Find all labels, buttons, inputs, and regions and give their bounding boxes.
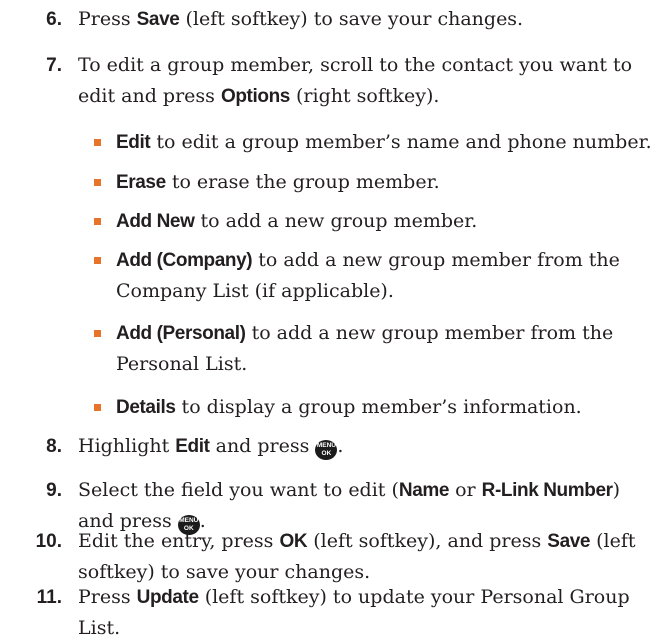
text-run: to add a new group member.	[194, 210, 478, 232]
text-run: (left softkey) to save your changes.	[179, 8, 524, 30]
bullet-marker	[94, 257, 101, 264]
text-run: to erase the group member.	[165, 171, 440, 193]
menu-ok-key-icon: MENU OK	[315, 440, 338, 460]
bullet-marker	[94, 218, 101, 225]
step-text: To edit a group member, scroll to the co…	[78, 50, 658, 112]
bold-term: Erase	[116, 172, 166, 193]
text-run: Select the field you want to edit (	[78, 479, 399, 501]
step-number: 11.	[36, 587, 62, 608]
bullet-marker	[94, 404, 101, 411]
step-number: 8.	[46, 436, 62, 457]
bold-term: Add (Personal)	[116, 323, 246, 344]
bold-term: Edit	[116, 132, 151, 153]
text-run: .	[337, 435, 344, 457]
text-run: Press	[78, 586, 137, 608]
bullet-erase: Erase to erase the group member.	[94, 167, 656, 198]
bullet-add-personal: Add (Personal) to add a new group member…	[94, 318, 656, 380]
step-text: Press Update (left softkey) to update yo…	[78, 582, 658, 644]
text-run: to display a group member’s information.	[175, 396, 582, 418]
bullet-marker	[94, 139, 101, 146]
step-number: 6.	[46, 9, 62, 30]
menu-label: MENU	[316, 442, 336, 449]
bullet-marker	[94, 179, 101, 186]
step-text: Edit the entry, press OK (left softkey),…	[78, 526, 658, 588]
text-run: Highlight	[78, 435, 176, 457]
bold-term: Edit	[175, 436, 210, 457]
bullet-marker	[94, 330, 101, 337]
bold-term: Details	[116, 397, 176, 418]
text-run: and press	[209, 435, 316, 457]
text-run: Edit the entry, press	[78, 530, 280, 552]
bullet-add-company: Add (Company) to add a new group member …	[94, 245, 656, 307]
bold-term: Add New	[116, 211, 195, 232]
bullet-add-new: Add New to add a new group member.	[94, 206, 656, 237]
text-run: Press	[78, 8, 137, 30]
text-run: (left softkey), and press	[307, 530, 548, 552]
bold-term: R-Link Number	[481, 480, 613, 501]
menu-label: MENU	[179, 517, 199, 524]
text-run: (right softkey).	[289, 85, 440, 107]
ok-label: OK	[321, 450, 332, 457]
bold-term: Update	[136, 587, 199, 608]
step-text: Highlight Edit and press MENU OK.	[78, 431, 658, 462]
text-run: to edit a group member’s name and phone …	[150, 131, 652, 153]
bold-term: Name	[398, 480, 450, 501]
bullet-edit: Edit to edit a group member’s name and p…	[94, 127, 656, 158]
text-run: or	[449, 479, 482, 501]
bold-term: Options	[220, 86, 290, 107]
step-text: Press Save (left softkey) to save your c…	[78, 4, 658, 35]
bold-term: Add (Company)	[116, 250, 253, 271]
step-number: 7.	[46, 55, 62, 76]
step-number: 10.	[35, 531, 62, 552]
step-number: 9.	[46, 480, 62, 501]
bullet-details: Details to display a group member’s info…	[94, 392, 656, 423]
bold-term: Save	[547, 531, 591, 552]
bold-term: Save	[136, 9, 180, 30]
bold-term: OK	[279, 531, 308, 552]
